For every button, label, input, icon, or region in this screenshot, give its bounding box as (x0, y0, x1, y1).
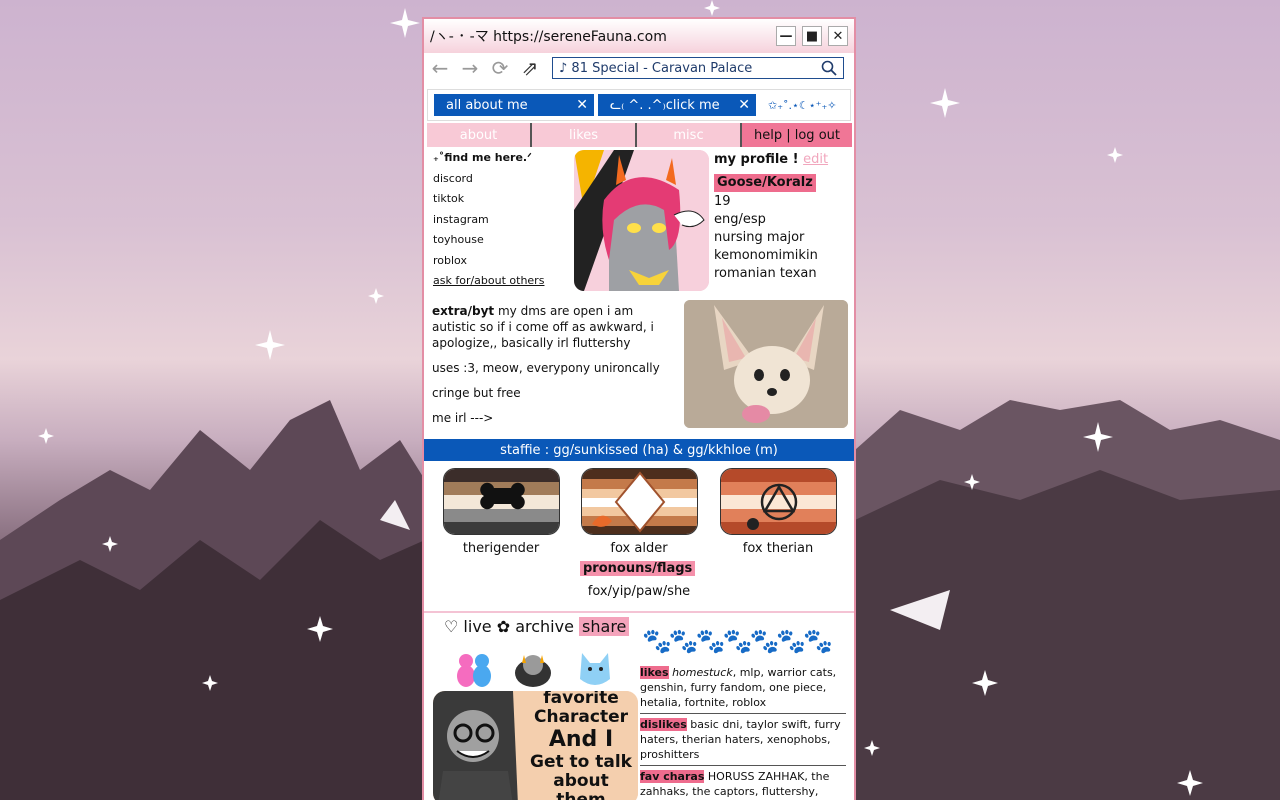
fox-therian-flag (720, 468, 837, 535)
social-links: ₊˚find me here.ᐟ discord tiktok instagra… (433, 151, 544, 295)
therigender-flag (443, 468, 560, 535)
browser-window: /ヽ- ･ -マ https://sereneFauna.com — ■ ✕ ←… (422, 17, 856, 800)
tab-all-about-me[interactable]: all about me ✕ (434, 94, 594, 116)
bio-line: me irl ---> (432, 411, 494, 425)
profile-languages: eng/esp (714, 212, 766, 227)
refresh-icon[interactable]: ⟳ (488, 56, 512, 80)
live-archive-nav: ♡ live ✿ archive share (444, 617, 630, 636)
back-arrow-icon[interactable]: ← (428, 56, 452, 80)
likes-row: likes homestuck, mlp, warrior cats, gens… (640, 665, 846, 714)
bottom-section: ♡ live ✿ archive share 🐾🐾🐾🐾🐾🐾🐾 favorite … (424, 613, 854, 800)
tab-decoration[interactable]: ✩₊˚.⋆☾⋆⁺₊✧ (768, 99, 836, 112)
address-text: ♪ 81 Special - Caravan Palace (559, 60, 753, 76)
link-ask-others[interactable]: ask for/about others (433, 274, 544, 295)
likes-dislikes-list: likes homestuck, mlp, warrior cats, gens… (640, 665, 846, 800)
fennec-fox-photo (684, 300, 848, 428)
avatar (574, 150, 709, 291)
nav-bar: ← → ⟳ ⇗ ♪ 81 Special - Caravan Palace (424, 53, 854, 83)
profile-info: my profile ! edit Goose/Koralz 19 eng/es… (714, 151, 828, 283)
address-bar[interactable]: ♪ 81 Special - Caravan Palace (552, 57, 844, 79)
live-archive-links[interactable]: ♡ live ✿ archive (444, 617, 574, 636)
share-button[interactable]: share (579, 617, 630, 636)
forward-arrow-icon[interactable]: → (458, 56, 482, 80)
fox-alder-flag (581, 468, 698, 535)
troll-plush-sticker (515, 655, 551, 687)
profile-heading: my profile ! edit (714, 152, 829, 167)
tab-click-me[interactable]: ᓚ₍ ^. .^₎click me ✕ (598, 94, 756, 116)
link-discord[interactable]: discord (433, 172, 544, 193)
title-bar[interactable]: /ヽ- ･ -マ https://sereneFauna.com — ■ ✕ (424, 19, 854, 53)
maximize-button[interactable]: ■ (802, 26, 822, 46)
bio-text: extra/byt my dms are open i am autistic … (432, 303, 672, 435)
tab-label: all about me (446, 97, 528, 113)
close-button[interactable]: ✕ (828, 26, 848, 46)
bio-lead: extra/byt (432, 304, 495, 318)
menu-likes[interactable]: likes (532, 123, 637, 147)
menu-about[interactable]: about (427, 123, 532, 147)
edit-link[interactable]: edit (803, 152, 828, 167)
gummy-bear-sticker (457, 654, 491, 687)
menu-misc[interactable]: misc (637, 123, 742, 147)
bio-line: uses :3, meow, everypony unironcally (432, 361, 660, 375)
dislikes-row: dislikes basic dni, taylor swift, furry … (640, 717, 846, 766)
tab-bar: all about me ✕ ᓚ₍ ^. .^₎click me ✕ ✩₊˚.⋆… (427, 89, 851, 121)
flags-section: therigender fox alder fox therian pronou… (424, 461, 854, 613)
card-caption: favorite Character And I Get to talk abo… (530, 691, 632, 800)
flag-label: fox therian (742, 541, 814, 556)
flag-label: therigender (462, 541, 540, 556)
external-link-icon[interactable]: ⇗ (518, 56, 542, 80)
profile-section: ₊˚find me here.ᐟ discord tiktok instagra… (424, 147, 854, 297)
profile-origin: romanian texan (714, 266, 817, 281)
bio-section: extra/byt my dms are open i am autistic … (424, 297, 854, 439)
profile-age: 19 (714, 194, 731, 209)
window-title: /ヽ- ･ -マ https://sereneFauna.com (430, 29, 667, 45)
profile-major: nursing major (714, 230, 805, 245)
profile-name: Goose/Koralz (714, 174, 816, 192)
menu-help-logout[interactable]: help | log out (742, 123, 852, 147)
close-tab-icon[interactable]: ✕ (576, 97, 588, 113)
link-instagram[interactable]: instagram (433, 213, 544, 234)
staffie-banner: staffie : gg/sunkissed (ha) & gg/kkhloe … (424, 439, 854, 461)
pronouns-flags-label: pronouns/flags (580, 561, 696, 576)
search-icon[interactable] (821, 60, 837, 76)
bio-line: cringe but free (432, 386, 521, 400)
site-menu: about likes misc help | log out (427, 123, 854, 147)
pronouns-value: fox/yip/paw/she (587, 584, 691, 599)
fav-charas-row: fav charas HORUSS ZAHHAK, the zahhaks, t… (640, 770, 830, 798)
close-tab-icon[interactable]: ✕ (738, 97, 750, 113)
link-toyhouse[interactable]: toyhouse (433, 233, 544, 254)
flag-label: fox alder (610, 541, 668, 556)
link-tiktok[interactable]: tiktok (433, 192, 544, 213)
profile-kin: kemonomimikin (714, 248, 818, 263)
blue-cat-sticker (580, 653, 610, 685)
tab-label: ᓚ₍ ^. .^₎click me (610, 97, 720, 113)
paw-prints: 🐾🐾🐾🐾🐾🐾🐾 (642, 627, 833, 655)
link-roblox[interactable]: roblox (433, 254, 544, 275)
minimize-button[interactable]: — (776, 26, 796, 46)
favorite-character-card: favorite Character And I Get to talk abo… (433, 691, 638, 800)
links-heading: ₊˚find me here.ᐟ (433, 151, 532, 164)
